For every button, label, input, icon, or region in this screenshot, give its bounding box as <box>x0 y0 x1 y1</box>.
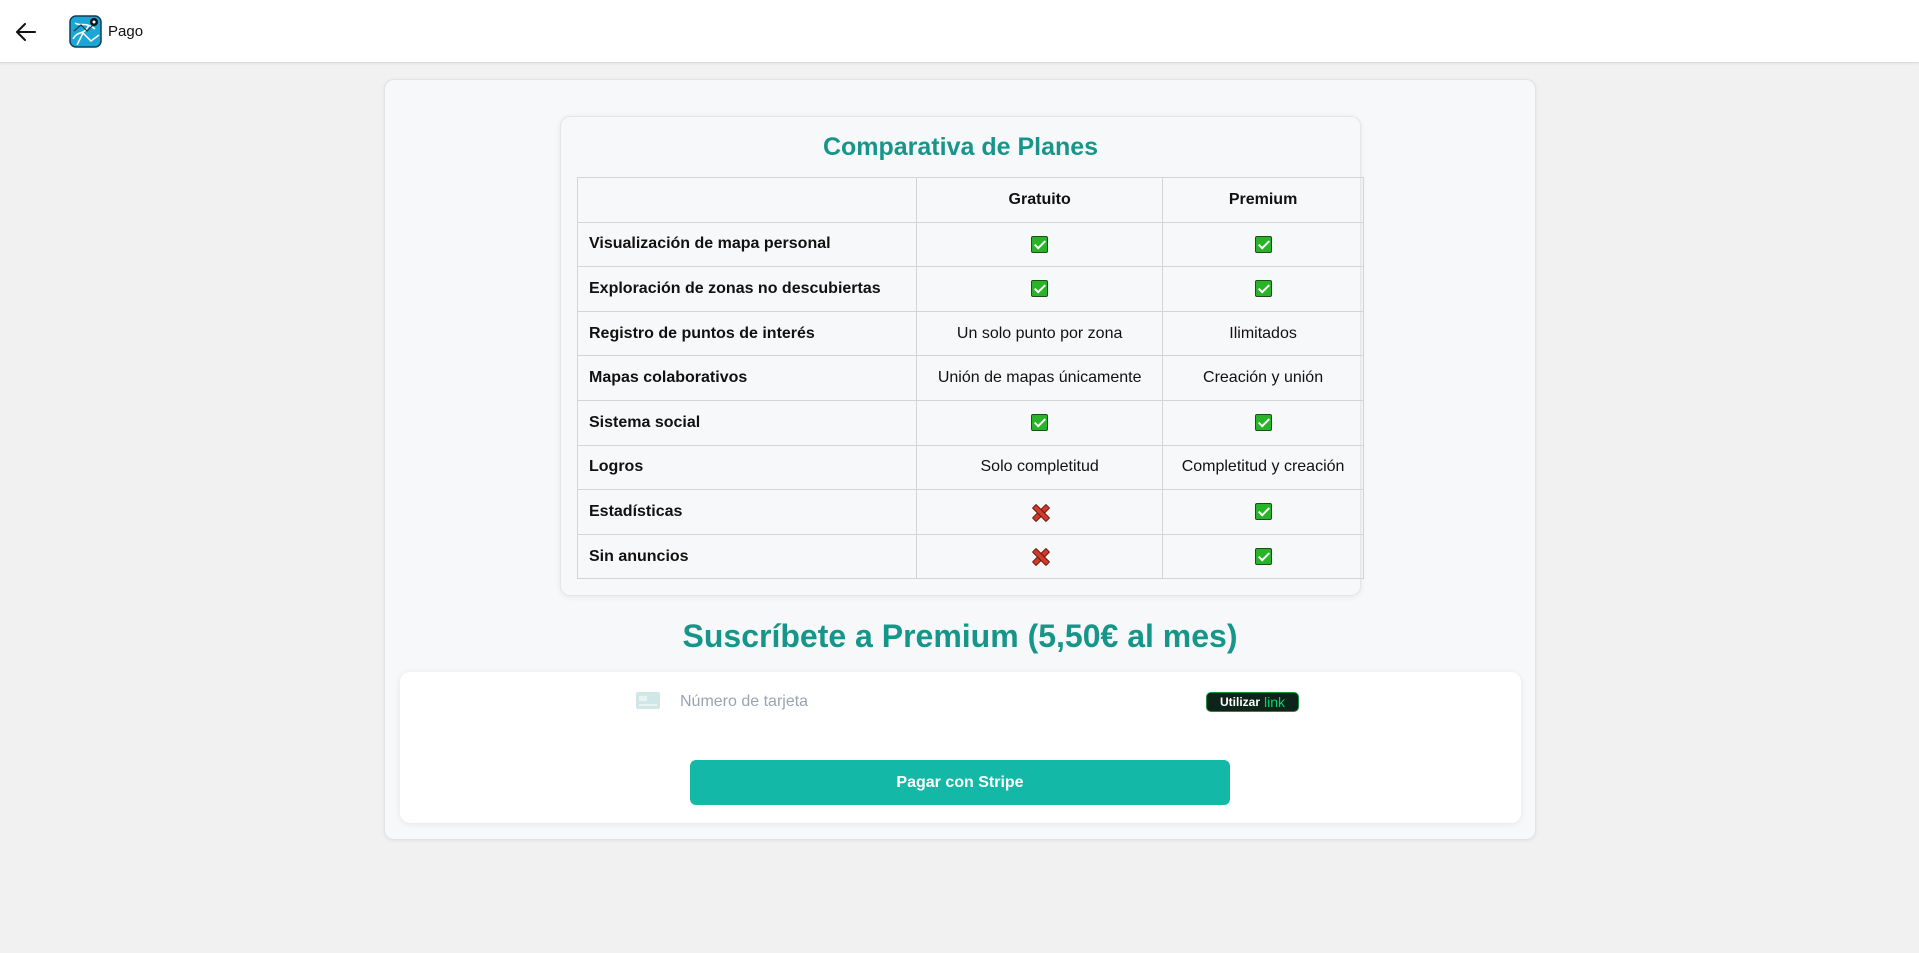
feature-label: Mapas colaborativos <box>576 355 918 401</box>
cross-icon <box>1031 503 1049 521</box>
table-row: Sistema social <box>576 399 1364 446</box>
checkmark-icon <box>1254 547 1272 565</box>
table-body: Visualización de mapa personal Exploració… <box>576 221 1364 580</box>
column-header-premium: Premium <box>1162 177 1364 223</box>
plans-comparison-card: Comparativa de Planes Gratuito Premium V… <box>560 116 1364 596</box>
payment-page-card: Comparativa de Planes Gratuito Premium V… <box>384 79 1536 840</box>
table-header-row: Gratuito Premium <box>576 177 1364 223</box>
checkmark-icon <box>1254 280 1272 298</box>
feature-label: Sin anuncios <box>576 533 918 580</box>
free-plan-cell <box>916 266 1164 312</box>
free-plan-value: Unión de mapas únicamente <box>916 355 1164 401</box>
pay-with-stripe-button[interactable]: Pagar con Stripe <box>690 760 1230 805</box>
credit-card-icon <box>636 692 660 709</box>
plans-comparison-table: Gratuito Premium Visualización de mapa p… <box>576 177 1364 580</box>
feature-label: Registro de puntos de interés <box>576 310 918 357</box>
app-logo-icon <box>69 15 102 48</box>
comparison-title: Comparativa de Planes <box>822 133 1099 161</box>
free-plan-cell <box>916 533 1164 580</box>
card-number-input[interactable] <box>680 690 1130 714</box>
table-row: Sin anuncios <box>576 533 1364 580</box>
link-brand-logo: link <box>1264 694 1286 710</box>
free-plan-cell <box>916 221 1164 268</box>
table-row: Mapas colaborativos Unión de mapas únicam… <box>576 355 1364 401</box>
checkmark-icon <box>1031 280 1049 298</box>
checkmark-icon <box>1254 414 1272 432</box>
free-plan-cell <box>916 489 1164 535</box>
link-button-label: Utilizar <box>1219 695 1260 709</box>
page-title: Pago <box>108 23 144 40</box>
feature-label: Logros <box>576 444 918 491</box>
cross-icon <box>1031 547 1049 565</box>
checkmark-icon <box>1254 235 1272 253</box>
stripe-link-button[interactable]: Utilizar link <box>1206 692 1299 712</box>
free-plan-cell <box>916 399 1164 446</box>
top-app-bar: Pago <box>0 0 1919 63</box>
column-header-feature <box>576 177 918 223</box>
checkmark-icon <box>1031 414 1049 432</box>
premium-plan-cell <box>1162 399 1364 446</box>
premium-plan-cell <box>1162 533 1364 580</box>
column-header-free: Gratuito <box>916 177 1164 223</box>
free-plan-value: Un solo punto por zona <box>916 310 1164 357</box>
table-row: Registro de puntos de interés Un solo pun… <box>576 310 1364 357</box>
premium-plan-value: Completitud y creación <box>1162 444 1364 491</box>
premium-plan-cell <box>1162 221 1364 268</box>
premium-plan-cell <box>1162 266 1364 312</box>
free-plan-value: Solo completitud <box>916 444 1164 491</box>
table-row: Estadísticas <box>576 489 1364 535</box>
table-row: Logros Solo completitud Completitud y crea… <box>576 444 1364 491</box>
feature-label: Visualización de mapa personal <box>576 221 918 268</box>
back-arrow-icon[interactable] <box>12 18 40 46</box>
premium-plan-value: Ilimitados <box>1162 310 1364 357</box>
checkmark-icon <box>1031 235 1049 253</box>
feature-label: Estadísticas <box>576 489 918 535</box>
table-row: Visualización de mapa personal <box>576 221 1364 268</box>
checkmark-icon <box>1254 503 1272 521</box>
payment-form-card: Utilizar link Pagar con Stripe <box>400 672 1521 823</box>
feature-label: Exploración de zonas no descubiertas <box>576 266 918 312</box>
table-row: Exploración de zonas no descubiertas <box>576 266 1364 312</box>
feature-label: Sistema social <box>576 399 918 446</box>
premium-plan-value: Creación y unión <box>1162 355 1364 401</box>
premium-plan-cell <box>1162 489 1364 535</box>
subscribe-heading: Suscríbete a Premium (5,50€ al mes) <box>682 618 1238 654</box>
